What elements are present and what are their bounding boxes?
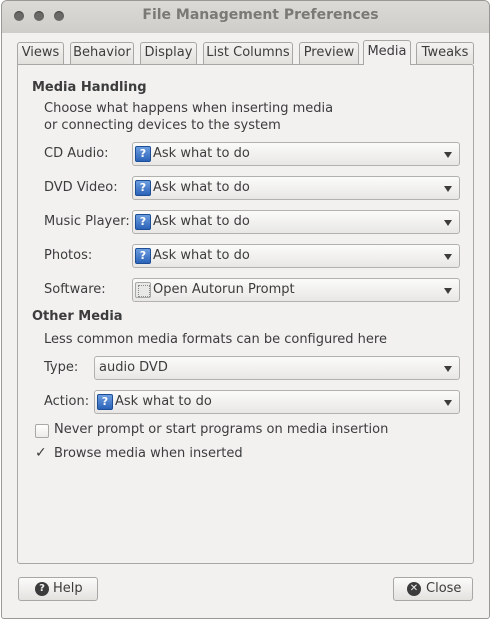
close-button[interactable]: ✕ Close	[393, 577, 473, 601]
cd-audio-label: CD Audio:	[44, 146, 109, 161]
dvd-video-value: Ask what to do	[153, 180, 250, 195]
music-player-label: Music Player:	[44, 214, 130, 229]
tab-list-columns[interactable]: List Columns	[203, 42, 293, 64]
software-label: Software:	[44, 282, 106, 297]
music-player-combo[interactable]: ? Ask what to do	[132, 210, 460, 234]
other-media-description: Less common media formats can be configu…	[44, 332, 387, 347]
help-button-label: Help	[53, 581, 83, 596]
action-combo[interactable]: ? Ask what to do	[94, 390, 460, 414]
tab-views[interactable]: Views	[17, 42, 64, 64]
action-label: Action:	[44, 394, 90, 409]
type-combo[interactable]: audio DVD	[94, 356, 460, 380]
help-icon: ?	[97, 394, 113, 410]
cd-audio-value: Ask what to do	[153, 146, 250, 161]
dropdown-arrow-icon	[444, 220, 452, 226]
help-icon: ?	[135, 146, 151, 162]
dropdown-arrow-icon	[444, 400, 452, 406]
media-handling-heading: Media Handling	[32, 80, 147, 95]
preferences-window: File Management Preferences Views Behavi…	[1, 0, 490, 619]
media-handling-description-line2: or connecting devices to the system	[44, 118, 281, 133]
tab-display[interactable]: Display	[140, 42, 197, 64]
software-combo[interactable]: Open Autorun Prompt	[132, 278, 460, 302]
tab-behavior[interactable]: Behavior	[70, 42, 134, 64]
dvd-video-combo[interactable]: ? Ask what to do	[132, 176, 460, 200]
dropdown-arrow-icon	[444, 366, 452, 372]
browse-media-checkbox[interactable]	[35, 445, 49, 462]
titlebar: File Management Preferences	[2, 1, 489, 33]
window-title: File Management Preferences	[142, 7, 379, 23]
photos-combo[interactable]: ? Ask what to do	[132, 244, 460, 268]
help-icon: ?	[135, 214, 151, 230]
dropdown-arrow-icon	[444, 186, 452, 192]
close-icon: ✕	[407, 582, 421, 596]
media-handling-description-line1: Choose what happens when inserting media	[44, 101, 334, 116]
action-value: Ask what to do	[115, 394, 212, 409]
help-icon: ?	[135, 248, 151, 264]
dropdown-arrow-icon	[444, 254, 452, 260]
browse-media-label[interactable]: Browse media when inserted	[54, 442, 243, 466]
other-media-heading: Other Media	[32, 309, 123, 324]
dvd-video-label: DVD Video:	[44, 180, 118, 195]
help-button[interactable]: ? Help	[18, 577, 98, 601]
program-icon	[135, 282, 151, 298]
tab-tweaks[interactable]: Tweaks	[416, 42, 474, 64]
photos-label: Photos:	[44, 248, 93, 263]
close-button-label: Close	[426, 581, 462, 596]
music-player-value: Ask what to do	[153, 214, 250, 229]
tab-media[interactable]: Media	[363, 40, 411, 65]
software-value: Open Autorun Prompt	[153, 282, 295, 297]
dropdown-arrow-icon	[444, 152, 452, 158]
never-prompt-label[interactable]: Never prompt or start programs on media …	[54, 418, 388, 442]
cd-audio-combo[interactable]: ? Ask what to do	[132, 142, 460, 166]
type-value: audio DVD	[99, 360, 168, 375]
tab-preview[interactable]: Preview	[299, 42, 359, 64]
never-prompt-checkbox[interactable]	[35, 424, 49, 438]
photos-value: Ask what to do	[153, 248, 250, 263]
help-icon: ?	[135, 180, 151, 196]
help-icon: ?	[35, 582, 49, 596]
media-tab-panel: Media Handling Choose what happens when …	[17, 64, 474, 564]
type-label: Type:	[44, 360, 79, 375]
dropdown-arrow-icon	[444, 288, 452, 294]
